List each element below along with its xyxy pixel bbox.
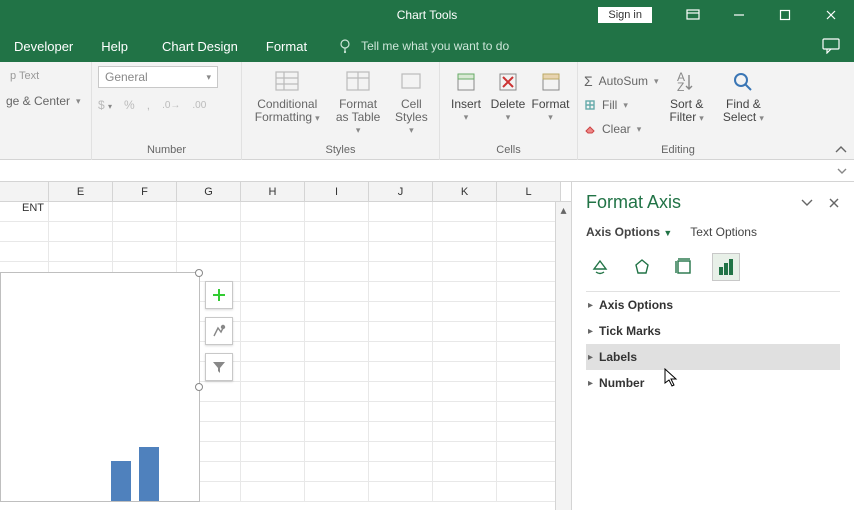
increase-decimal-button[interactable]: .0→ [162,100,180,111]
col-header-j[interactable]: J [369,182,433,201]
worksheet-grid[interactable]: E F G H I J K L ENT [0,182,571,510]
col-header-l[interactable]: L [497,182,561,201]
chevron-right-icon: ▸ [588,352,593,363]
sort-filter-icon: AZ [675,68,699,96]
pane-title: Format Axis [586,192,681,213]
decrease-decimal-button[interactable]: .00 [192,100,206,111]
section-labels[interactable]: ▸ Labels [586,344,840,370]
tell-me-search[interactable]: Tell me what you want to do [337,38,509,54]
merge-center-button[interactable]: ge & Center ▾ [6,90,81,112]
col-header-i[interactable]: I [305,182,369,201]
insert-cells-button[interactable]: Insert▾ [446,66,486,125]
delete-icon [497,68,519,96]
ribbon-tabs: Developer Help Chart Design Format Tell … [0,30,854,62]
group-label-alignment [6,156,85,158]
format-table-icon [345,68,371,96]
bar [139,447,159,501]
sort-filter-button[interactable]: AZ Sort & Filter ▾ [661,66,713,126]
conditional-formatting-button[interactable]: Conditional Formatting ▾ [248,66,326,126]
collapse-ribbon-button[interactable] [834,145,848,155]
insert-icon [455,68,477,96]
section-axis-options[interactable]: ▸ Axis Options [586,292,840,318]
group-label-cells: Cells [446,144,571,158]
format-axis-pane: Format Axis Axis Options ▼ Text Options … [571,182,854,510]
chevron-right-icon: ▸ [588,326,593,337]
formula-bar[interactable] [0,160,854,182]
effects-icon[interactable] [628,253,656,281]
resize-handle[interactable] [195,383,203,391]
autosum-button[interactable]: Σ AutoSum ▾ [584,70,659,92]
title-bar: Chart Tools Sign in [0,0,854,30]
vertical-scrollbar[interactable]: ▴ [555,202,571,510]
chart-elements-button[interactable] [205,281,233,309]
clear-button[interactable]: Clear ▾ [584,118,659,140]
chart-filters-button[interactable] [205,353,233,381]
maximize-button[interactable] [762,0,808,30]
axis-options-tab[interactable]: Axis Options ▼ [586,225,672,239]
comma-format-button[interactable]: , [147,98,150,112]
text-options-tab[interactable]: Text Options [690,225,757,239]
tab-help[interactable]: Help [87,30,142,62]
section-tick-marks[interactable]: ▸ Tick Marks [586,318,840,344]
format-cells-button[interactable]: Format▾ [530,66,571,125]
col-header-f[interactable]: F [113,182,177,201]
chevron-right-icon: ▸ [588,300,593,311]
cell-styles-button[interactable]: Cell Styles ▾ [390,66,433,138]
pane-options-button[interactable] [800,197,814,209]
wrap-text-button[interactable]: p Text [6,66,43,86]
col-header-g[interactable]: G [177,182,241,201]
bar [111,461,131,502]
chart-bars [111,447,159,501]
chart-styles-button[interactable] [205,317,233,345]
format-as-table-button[interactable]: Format as Table ▾ [328,66,387,138]
delete-cells-button[interactable]: Delete▾ [488,66,528,125]
percent-format-button[interactable]: % [124,98,135,112]
chevron-right-icon: ▸ [588,378,593,389]
embedded-chart[interactable] [0,272,200,502]
chart-tools-context-label: Chart Tools [397,8,457,22]
tab-format[interactable]: Format [252,30,321,62]
find-icon [731,68,755,96]
size-properties-icon[interactable] [670,253,698,281]
col-header-h[interactable]: H [241,182,305,201]
cell-styles-icon [398,68,424,96]
tell-me-placeholder: Tell me what you want to do [361,39,509,53]
fill-button[interactable]: Fill ▾ [584,94,659,116]
minimize-button[interactable] [716,0,762,30]
expand-formula-bar-button[interactable] [836,165,848,177]
fill-line-icon[interactable] [586,253,614,281]
ribbon: p Text ge & Center ▾ General▾ $ ▾ % , .0… [0,62,854,160]
scroll-up-button[interactable]: ▴ [556,202,571,218]
sign-in-button[interactable]: Sign in [598,7,652,23]
pane-close-button[interactable] [828,197,840,209]
column-headers[interactable]: E F G H I J K L [0,182,571,202]
ribbon-display-options-button[interactable] [670,0,716,30]
group-label-styles: Styles [248,144,433,158]
axis-options-icon[interactable] [712,253,740,281]
group-label-editing: Editing [584,144,772,158]
find-select-button[interactable]: Find & Select ▾ [715,66,772,126]
conditional-formatting-icon [274,68,300,96]
col-header[interactable] [0,182,49,201]
resize-handle[interactable] [195,269,203,277]
group-label-number: Number [98,144,235,158]
feedback-icon[interactable] [822,38,840,54]
col-header-k[interactable]: K [433,182,497,201]
svg-text:Z: Z [677,80,684,93]
tab-developer[interactable]: Developer [0,30,87,62]
number-format-select[interactable]: General▾ [98,66,218,88]
accounting-format-button[interactable]: $ ▾ [98,98,112,112]
format-icon [540,68,562,96]
section-number[interactable]: ▸ Number [586,370,840,396]
col-header-e[interactable]: E [49,182,113,201]
cell-text[interactable]: ENT [0,202,49,221]
close-window-button[interactable] [808,0,854,30]
tab-chart-design[interactable]: Chart Design [148,30,252,62]
